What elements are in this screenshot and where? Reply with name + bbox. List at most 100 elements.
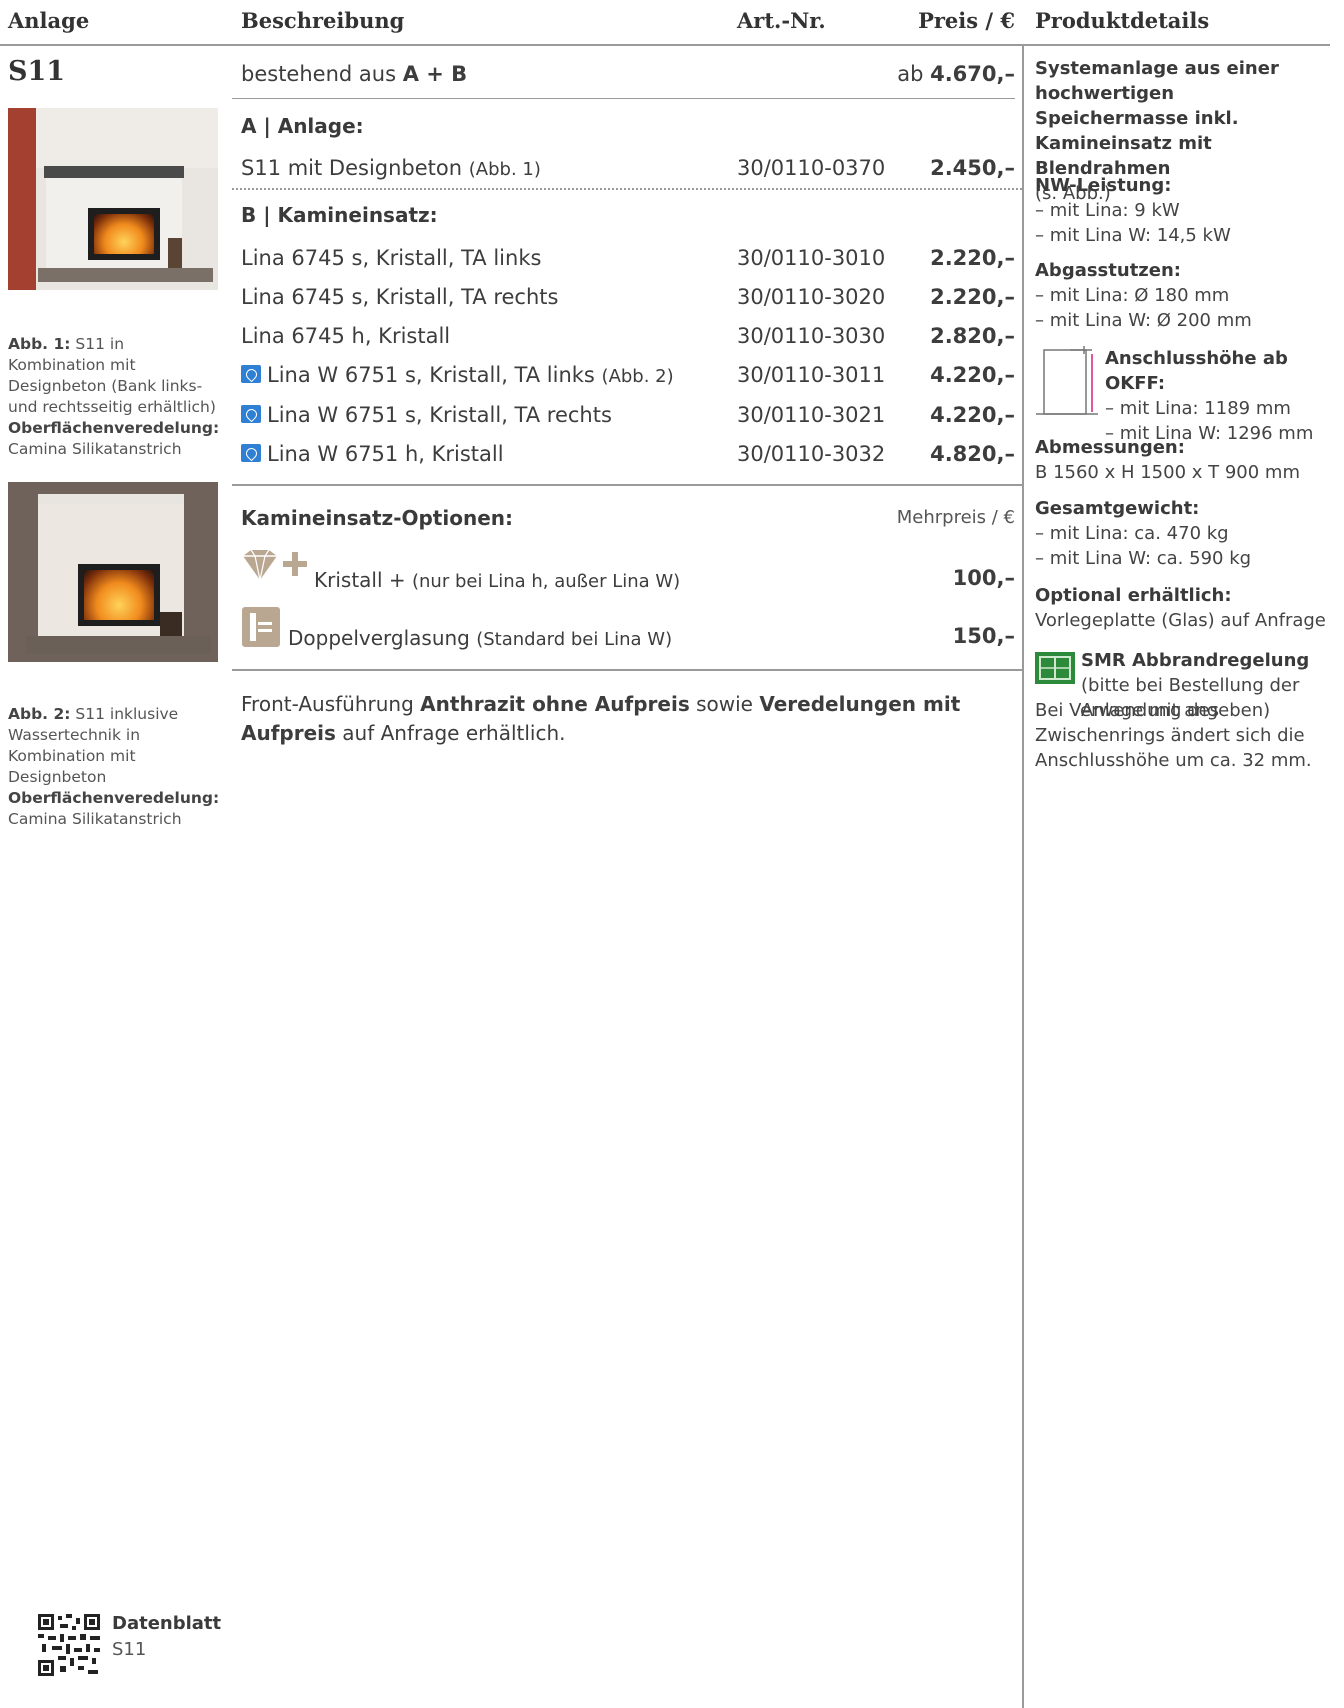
caption-surface: Camina Silikatanstrich bbox=[8, 440, 182, 458]
caption-surface-label: Oberflächenveredelung: bbox=[8, 789, 220, 807]
anschluss-line: – mit Lina: 1189 mm bbox=[1105, 398, 1291, 419]
datasheet-title: Datenblatt bbox=[112, 1613, 222, 1634]
row-price: 2.220,– bbox=[930, 285, 1015, 309]
water-technology-icon bbox=[241, 365, 261, 383]
options-title: Kamineinsatz-Optionen: bbox=[241, 506, 514, 530]
caption-1: Abb. 1: S11 in Kombination mit Designbet… bbox=[8, 334, 223, 460]
smr-text: Bei Verwendung des Zwischenrings ändert … bbox=[1035, 700, 1312, 771]
option-label: Doppelverglasung (Standard bei Lina W) bbox=[288, 626, 672, 650]
fire bbox=[94, 214, 154, 254]
column-divider bbox=[1022, 46, 1024, 1708]
smr-title: SMR Abbrandregelung bbox=[1081, 650, 1310, 671]
product-image-1 bbox=[8, 108, 218, 290]
caption-2: Abb. 2: S11 inklusive Wassertechnik in K… bbox=[8, 704, 223, 830]
product-composition: bestehend aus A + B bbox=[241, 62, 467, 86]
header-artnr: Art.-Nr. bbox=[737, 8, 826, 33]
row-artnr: 30/0110-0370 bbox=[737, 156, 886, 180]
row-artnr: 30/0110-3021 bbox=[737, 403, 886, 427]
row-description: Lina 6745 s, Kristall, TA links bbox=[241, 246, 542, 270]
details-smr-note: Bei Verwendung des Zwischenrings ändert … bbox=[1035, 698, 1325, 773]
desc-text: Lina W 6751 s, Kristall, TA links bbox=[267, 363, 595, 387]
row-artnr: 30/0110-3020 bbox=[737, 285, 886, 309]
row-description: Lina W 6751 h, Kristall bbox=[241, 442, 504, 466]
table-row: Lina 6745 s, Kristall, TA links 30/0110-… bbox=[241, 246, 1015, 284]
price-value: 4.670,– bbox=[930, 62, 1015, 86]
wood-stack bbox=[160, 612, 182, 636]
row-artnr: 30/0110-3011 bbox=[737, 363, 886, 387]
double-glazing-icon bbox=[242, 607, 280, 647]
option-row: Kristall + (nur bei Lina h, außer Lina W… bbox=[241, 548, 1015, 596]
option-price: 150,– bbox=[952, 624, 1015, 648]
table-row: Lina 6745 s, Kristall, TA rechts 30/0110… bbox=[241, 285, 1015, 323]
water-technology-icon bbox=[241, 405, 261, 423]
header-preis: Preis / € bbox=[918, 8, 1015, 33]
datasheet-code: S11 bbox=[112, 1639, 147, 1660]
desc-text: Lina W 6751 h, Kristall bbox=[267, 442, 504, 466]
price-prefix: ab bbox=[897, 62, 924, 86]
row-artnr: 30/0110-3010 bbox=[737, 246, 886, 270]
anschluss-title: Anschlusshöhe ab OKFF: bbox=[1105, 348, 1288, 394]
nw-title: NW-Leistung: bbox=[1035, 175, 1172, 196]
composition-bold: A + B bbox=[402, 62, 468, 86]
water-technology-icon bbox=[241, 444, 261, 462]
details-abmessungen: Abmessungen: B 1560 x H 1500 x T 900 mm bbox=[1035, 435, 1335, 485]
stove-top bbox=[44, 166, 184, 178]
optional-title: Optional erhältlich: bbox=[1035, 585, 1232, 606]
fire bbox=[84, 570, 154, 620]
option-label-text: Doppelverglasung bbox=[288, 626, 470, 650]
note-text: Front-Ausführung bbox=[241, 692, 414, 716]
table-row: Lina W 6751 h, Kristall 30/0110-3032 4.8… bbox=[241, 442, 1015, 480]
front-note: Front-Ausführung Anthrazit ohne Aufpreis… bbox=[241, 690, 1021, 748]
caption-surface: Camina Silikatanstrich bbox=[8, 810, 182, 828]
caption-label: Abb. 1: bbox=[8, 335, 71, 353]
option-row: Doppelverglasung (Standard bei Lina W) 1… bbox=[241, 606, 1015, 654]
composition-prefix: bestehend aus bbox=[241, 62, 397, 86]
details-nw: NW-Leistung: – mit Lina: 9 kW – mit Lina… bbox=[1035, 173, 1335, 248]
details-abgas: Abgasstutzen: – mit Lina: Ø 180 mm – mit… bbox=[1035, 258, 1335, 333]
divider bbox=[232, 669, 1022, 671]
row-price: 4.220,– bbox=[930, 403, 1015, 427]
option-price: 100,– bbox=[952, 566, 1015, 590]
caption-surface-label: Oberflächenveredelung: bbox=[8, 419, 220, 437]
row-price: 2.820,– bbox=[930, 324, 1015, 348]
row-description: Lina W 6751 s, Kristall, TA rechts bbox=[241, 403, 612, 427]
bench bbox=[38, 268, 213, 282]
row-price: 2.220,– bbox=[930, 246, 1015, 270]
row-price: 4.820,– bbox=[930, 442, 1015, 466]
stove-top bbox=[38, 494, 184, 504]
product-total-price: ab 4.670,– bbox=[897, 62, 1015, 86]
row-description: S11 mit Designbeton (Abb. 1) bbox=[241, 156, 541, 180]
details-anschluss: Anschlusshöhe ab OKFF: – mit Lina: 1189 … bbox=[1105, 346, 1335, 446]
row-price: 2.450,– bbox=[930, 156, 1015, 180]
table-row: Lina W 6751 s, Kristall, TA rechts 30/01… bbox=[241, 403, 1015, 441]
product-code: S11 bbox=[8, 56, 66, 87]
gewicht-line: – mit Lina W: ca. 590 kg bbox=[1035, 548, 1252, 569]
table-row: Lina W 6751 s, Kristall, TA links (Abb. … bbox=[241, 363, 1015, 401]
abgas-line: – mit Lina: Ø 180 mm bbox=[1035, 285, 1230, 306]
details-intro-bold: Systemanlage aus einer hochwertigen Spei… bbox=[1035, 58, 1279, 179]
header-beschreibung: Beschreibung bbox=[241, 8, 405, 33]
section-a-title: A | Anlage: bbox=[241, 114, 364, 138]
note-text: sowie bbox=[696, 692, 753, 716]
row-description: Lina W 6751 s, Kristall, TA links (Abb. … bbox=[241, 363, 674, 387]
row-artnr: 30/0110-3032 bbox=[737, 442, 886, 466]
row-description: Lina 6745 s, Kristall, TA rechts bbox=[241, 285, 559, 309]
option-note: (Standard bei Lina W) bbox=[476, 629, 673, 650]
abgas-line: – mit Lina W: Ø 200 mm bbox=[1035, 310, 1252, 331]
gewicht-title: Gesamtgewicht: bbox=[1035, 498, 1200, 519]
note-bold: Anthrazit ohne Aufpreis bbox=[420, 692, 690, 716]
details-optional: Optional erhältlich: Vorlegeplatte (Glas… bbox=[1035, 583, 1335, 633]
abgas-title: Abgasstutzen: bbox=[1035, 260, 1181, 281]
wood-stack bbox=[168, 238, 182, 268]
desc-note: (Abb. 1) bbox=[468, 159, 541, 180]
optional-value: Vorlegeplatte (Glas) auf Anfrage bbox=[1035, 610, 1326, 631]
abm-value: B 1560 x H 1500 x T 900 mm bbox=[1035, 462, 1300, 483]
row-price: 4.220,– bbox=[930, 363, 1015, 387]
qr-code-icon[interactable] bbox=[38, 1614, 100, 1676]
note-text: auf Anfrage erhältlich. bbox=[342, 721, 566, 745]
abm-title: Abmessungen: bbox=[1035, 437, 1185, 458]
nw-line: – mit Lina: 9 kW bbox=[1035, 200, 1180, 221]
wall-red bbox=[8, 108, 36, 290]
desc-text: Lina W 6751 s, Kristall, TA rechts bbox=[267, 403, 612, 427]
product-image-2 bbox=[8, 482, 218, 662]
